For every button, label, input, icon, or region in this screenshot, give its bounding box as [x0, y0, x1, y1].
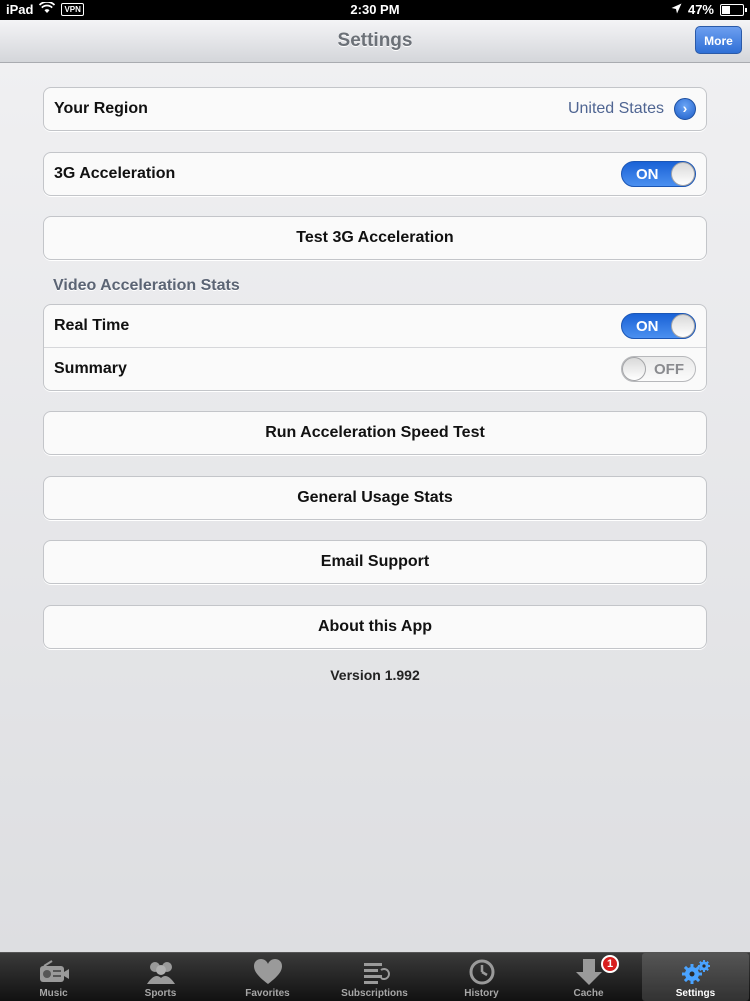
usage-stats-button[interactable]: General Usage Stats — [43, 476, 707, 520]
real-time-toggle[interactable]: ON — [621, 313, 696, 339]
list-icon — [359, 958, 391, 986]
speed-test-button[interactable]: Run Acceleration Speed Test — [43, 411, 707, 455]
tab-label: Settings — [675, 988, 716, 999]
battery-icon — [720, 3, 747, 16]
toggle-knob — [671, 314, 695, 338]
acceleration-cell: 3G Acceleration ON — [43, 152, 707, 196]
toggle-state-label: ON — [636, 318, 659, 335]
gears-icon — [680, 958, 712, 986]
tab-music[interactable]: Music — [0, 953, 107, 1001]
toggle-state-label: ON — [636, 166, 659, 183]
video-stats-group: Real Time ON Summary OFF — [43, 304, 707, 391]
email-support-label: Email Support — [320, 553, 430, 570]
real-time-label: Real Time — [54, 317, 130, 334]
heart-icon — [252, 958, 284, 986]
test-acceleration-label: Test 3G Acceleration — [296, 229, 454, 246]
clock: 2:30 PM — [350, 2, 400, 17]
email-support-button[interactable]: Email Support — [43, 540, 707, 584]
tab-sports[interactable]: Sports — [107, 953, 214, 1001]
version-label: Version 1.992 — [330, 667, 420, 683]
tab-subscriptions[interactable]: Subscriptions — [321, 953, 428, 1001]
about-app-button[interactable]: About this App — [43, 605, 707, 649]
tab-label: Subscriptions — [341, 988, 408, 999]
test-acceleration-button[interactable]: Test 3G Acceleration — [43, 216, 707, 260]
more-button[interactable]: More — [695, 26, 742, 54]
region-value: United States — [567, 100, 664, 117]
people-icon — [145, 958, 177, 986]
tab-settings[interactable]: Settings — [642, 953, 749, 1001]
speed-test-label: Run Acceleration Speed Test — [265, 424, 485, 441]
tab-label: Cache — [573, 988, 604, 999]
tab-label: History — [464, 988, 499, 999]
clock-icon — [466, 958, 498, 986]
about-app-label: About this App — [317, 618, 433, 635]
summary-toggle[interactable]: OFF — [621, 356, 696, 382]
region-label: Your Region — [54, 100, 148, 117]
toggle-knob — [671, 162, 695, 186]
chevron-right-icon[interactable]: › — [674, 98, 696, 120]
tab-favorites[interactable]: Favorites — [214, 953, 321, 1001]
cache-badge: 1 — [601, 955, 619, 973]
summary-label: Summary — [54, 360, 127, 377]
tab-label: Favorites — [245, 988, 290, 999]
acceleration-toggle[interactable]: ON — [621, 161, 696, 187]
tab-label: Sports — [144, 988, 177, 999]
navigation-bar: Settings More — [0, 20, 750, 63]
region-cell[interactable]: Your Region United States › — [43, 87, 707, 131]
usage-stats-label: General Usage Stats — [297, 489, 453, 506]
tab-bar: Music Sports Favorites Subscriptions His… — [0, 952, 750, 1001]
status-bar: iPad VPN 2:30 PM 47% — [0, 0, 750, 20]
section-header-video-stats: Video Acceleration Stats — [53, 277, 240, 294]
tab-label: Music — [39, 988, 68, 999]
radio-icon — [38, 958, 70, 986]
battery-percent: 47% — [687, 2, 714, 17]
tab-cache[interactable]: 1 Cache — [535, 953, 642, 1001]
acceleration-label: 3G Acceleration — [54, 165, 176, 182]
toggle-knob — [622, 357, 646, 381]
tab-history[interactable]: History — [428, 953, 535, 1001]
toggle-state-label: OFF — [654, 361, 684, 378]
location-arrow-icon — [671, 2, 682, 17]
page-title: Settings — [337, 30, 413, 51]
